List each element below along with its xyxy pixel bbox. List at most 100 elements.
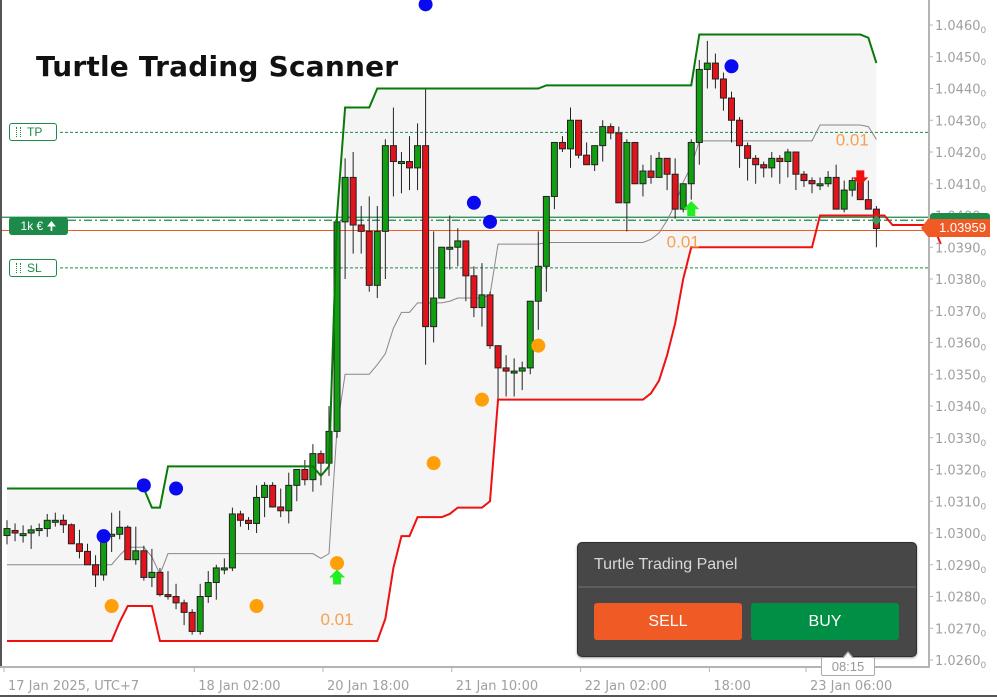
candle-body [784,151,792,163]
candle-body [19,533,27,537]
y-tick-subdigit: 0 [981,471,987,481]
stop-loss-label: SL [27,260,42,275]
y-tick-label: 1.04500 [935,51,987,68]
blue-signal-dot [483,214,497,229]
candle-body [518,367,526,372]
candle [269,482,277,508]
y-tick-label: 1.04400 [935,83,987,100]
candle-body [679,183,687,210]
y-tick-label: 1.02900 [935,559,987,576]
current-price-tag: 1.03959 [921,219,990,237]
candle-body [647,170,655,178]
candle-body [768,157,776,169]
candle [228,507,236,572]
position-tag[interactable]: 1k € 🠉 [9,217,68,235]
candle-body [454,240,462,248]
take-profit-label: TP [27,125,43,140]
y-tick-subdigit: 0 [981,375,987,385]
candle-body [470,275,478,309]
y-tick-label: 1.03000 [935,527,987,544]
candle-body [422,145,430,328]
blue-signal-dot [466,195,481,210]
candle-body [430,297,438,328]
turtle-trading-panel[interactable]: Turtle Trading Panel SELL BUY [577,542,917,657]
blue-signal-dot [169,481,184,496]
candle-body [212,567,220,584]
candle-body [285,484,293,512]
y-tick-subdigit: 0 [981,502,987,512]
candle-body [397,161,405,165]
candle-body [220,567,228,571]
candle-body [583,154,591,166]
y-tick-label: 1.03800 [935,273,987,290]
candle-body [27,529,35,534]
candle-body [502,367,510,372]
candle-body [301,469,309,481]
lot-size-label: 0.01 [321,610,354,629]
candle-body [623,141,631,204]
candle-body [510,370,518,374]
x-tick-label: 18 Jan 02:00 [198,679,280,694]
y-tick-subdigit: 0 [981,280,987,290]
y-tick-subdigit: 0 [981,185,987,195]
y-tick-label: 1.04600 [935,19,987,36]
drag-grip-icon[interactable] [16,127,21,138]
candle-body [317,453,325,464]
candle [526,300,534,375]
candle [124,525,132,561]
blue-signal-dot [136,478,151,493]
candle [67,523,75,545]
candle-body [11,529,19,534]
candle-body [800,173,808,182]
y-tick-subdigit: 0 [981,566,987,576]
take-profit-tag[interactable]: TP [9,123,57,142]
candle-body [832,176,840,210]
candle-body [365,230,373,286]
candle-body [711,62,719,80]
candle-body [67,524,75,545]
candle [486,291,494,349]
candle-body [124,526,132,561]
y-tick-subdigit: 0 [981,344,987,354]
candle-body [558,141,566,150]
candle-body [575,119,583,156]
candle-body [550,141,558,197]
y-tick-label: 1.02700 [935,622,987,639]
candle-body [196,596,204,632]
chart-title: Turtle Trading Scanner [36,50,399,83]
candle-body [245,519,252,524]
y-tick-subdigit: 0 [981,534,987,544]
y-tick-subdigit: 0 [981,407,987,417]
candle-body [752,157,760,166]
candle-body [567,119,574,150]
blue-signal-dot [418,0,433,12]
candle-body [349,176,357,226]
y-tick-label: 1.03700 [935,305,987,322]
candle-body [277,506,285,512]
candle-body [736,119,744,147]
sell-button[interactable]: SELL [594,603,742,640]
candle [333,215,341,438]
x-tick-label: 22 Jan 02:00 [585,679,667,694]
candle-body [228,513,236,569]
y-tick-label: 1.03100 [935,495,987,512]
candle-body [816,183,824,187]
y-tick-subdigit: 0 [981,312,987,322]
candle-body [848,180,856,191]
drag-grip-icon[interactable] [16,262,21,273]
stop-loss-tag[interactable]: SL [9,258,57,277]
candle-body [357,224,365,232]
y-tick-label: 1.02800 [935,591,987,608]
buy-button[interactable]: BUY [751,603,899,640]
candle [156,567,164,597]
candle-body [140,550,148,578]
candle-body [494,345,502,369]
crosshair-time-label: 08:15 [821,651,875,676]
candle-body [534,265,542,302]
candle-body [51,519,59,523]
candle-body [864,199,872,210]
y-tick-subdigit: 0 [981,58,987,68]
candle-body [3,528,11,537]
candle-body [446,246,454,250]
blue-signal-dot [724,59,739,74]
